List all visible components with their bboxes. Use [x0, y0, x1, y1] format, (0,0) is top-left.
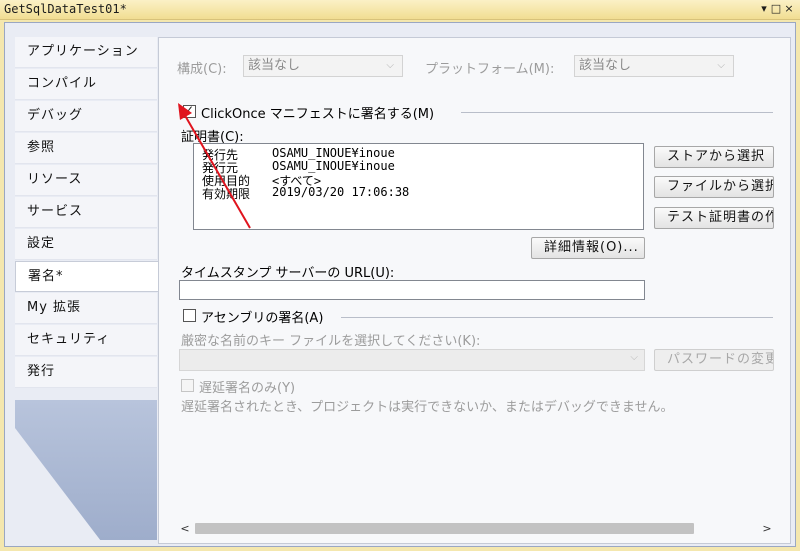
scroll-right-icon[interactable]: > — [759, 520, 775, 537]
document-window: GetSqlDataTest01* ▾ □ × アプリケーション コンパイル デ… — [0, 0, 800, 551]
tab-settings[interactable]: 設定 — [15, 229, 157, 260]
clickonce-sign-label[interactable]: ClickOnce マニフェストに署名する(M) — [201, 103, 434, 122]
property-tab-strip: アプリケーション コンパイル デバッグ 参照 リソース サービス 設定 署名* … — [15, 37, 159, 402]
signing-panel: 構成(C): 該当なし ⌵ プラットフォーム(M): 該当なし ⌵ ClickO… — [158, 37, 791, 544]
maximize-icon[interactable]: □ — [770, 2, 782, 16]
platform-combo-value: 該当なし — [579, 58, 632, 73]
chevron-down-icon: ⌵ — [717, 60, 725, 71]
tab-references[interactable]: 参照 — [15, 133, 157, 164]
project-properties-frame: アプリケーション コンパイル デバッグ 参照 リソース サービス 設定 署名* … — [4, 22, 796, 547]
scrollbar-thumb[interactable] — [195, 523, 694, 534]
document-tab-bar: GetSqlDataTest01* ▾ □ × — [0, 0, 800, 20]
config-combo[interactable]: 該当なし ⌵ — [243, 55, 403, 77]
platform-combo[interactable]: 該当なし ⌵ — [574, 55, 734, 77]
timestamp-url-label: タイムスタンプ サーバーの URL(U): — [181, 266, 395, 281]
key-file-combo[interactable]: ⌵ — [179, 349, 645, 371]
chevron-down-icon: ⌵ — [386, 60, 394, 71]
tab-debug[interactable]: デバッグ — [15, 101, 157, 132]
select-from-store-button[interactable]: ストアから選択 — [654, 146, 774, 168]
section-divider — [461, 112, 773, 113]
delay-sign-label[interactable]: 遅延署名のみ(Y) — [199, 377, 295, 396]
key-file-label: 厳密な名前のキー ファイルを選択してください(K): — [181, 334, 481, 349]
assembly-sign-label[interactable]: アセンブリの署名(A) — [201, 307, 323, 326]
scroll-left-icon[interactable]: < — [177, 520, 193, 537]
tab-resources[interactable]: リソース — [15, 165, 157, 196]
dropdown-icon[interactable]: ▾ — [758, 2, 770, 16]
tab-signing[interactable]: 署名* — [15, 261, 159, 292]
tab-application[interactable]: アプリケーション — [15, 37, 157, 68]
config-label: 構成(C): — [177, 62, 227, 77]
tab-security[interactable]: セキュリティ — [15, 325, 157, 356]
change-password-button[interactable]: パスワードの変更 — [654, 349, 774, 371]
more-details-button[interactable]: 詳細情報(O)... — [531, 237, 645, 259]
create-test-certificate-button[interactable]: テスト証明書の作 — [654, 207, 774, 229]
tab-strip-decoration — [15, 400, 157, 540]
certificate-info-box: 発行先 OSAMU_INOUE¥inoue 発行元 OSAMU_INOUE¥in… — [193, 143, 644, 230]
tab-compile[interactable]: コンパイル — [15, 69, 157, 100]
tab-services[interactable]: サービス — [15, 197, 157, 228]
clickonce-sign-checkbox[interactable] — [183, 103, 196, 118]
delay-sign-checkbox[interactable] — [181, 379, 194, 392]
document-tab-title[interactable]: GetSqlDataTest01* — [4, 2, 127, 16]
platform-label: プラットフォーム(M): — [425, 62, 555, 77]
config-combo-value: 該当なし — [248, 58, 301, 73]
select-from-file-button[interactable]: ファイルから選択 — [654, 176, 774, 198]
tab-my-extensions[interactable]: My 拡張 — [15, 293, 157, 324]
chevron-down-icon: ⌵ — [630, 352, 638, 363]
delay-sign-note: 遅延署名されたとき、プロジェクトは実行できないか、またはデバッグできません。 — [181, 400, 674, 415]
assembly-sign-checkbox[interactable] — [183, 309, 196, 322]
close-icon[interactable]: × — [783, 2, 795, 16]
tab-publish[interactable]: 発行 — [15, 357, 157, 388]
horizontal-scrollbar[interactable]: < > — [177, 520, 777, 537]
timestamp-url-input[interactable] — [179, 280, 645, 300]
section-divider — [341, 317, 773, 318]
